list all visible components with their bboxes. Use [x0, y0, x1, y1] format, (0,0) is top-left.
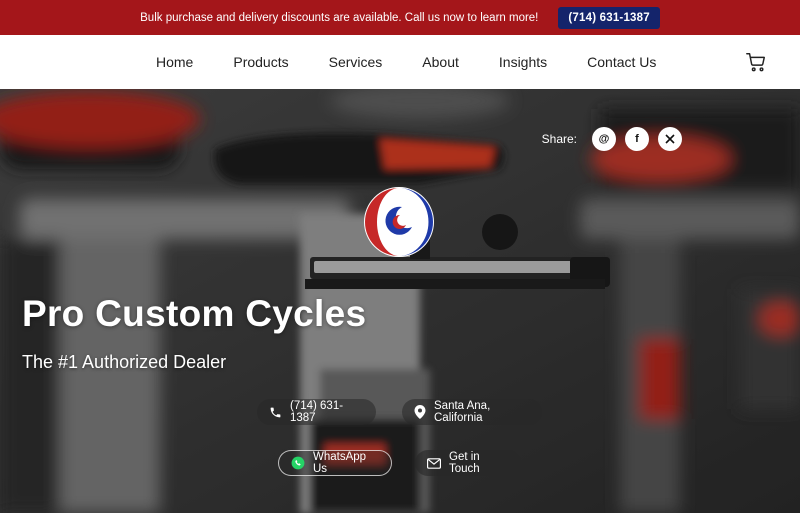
- nav-products[interactable]: Products: [233, 54, 288, 70]
- get-in-touch-label: Get in Touch: [449, 451, 480, 475]
- nav-contact-us[interactable]: Contact Us: [587, 54, 656, 70]
- main-nav: Home Products Services About Insights Co…: [0, 35, 800, 89]
- get-in-touch-button[interactable]: Get in Touch: [415, 450, 521, 476]
- hero-title: Pro Custom Cycles: [22, 293, 367, 334]
- hero-location-label: Santa Ana, California: [434, 400, 491, 424]
- mail-icon: [427, 457, 441, 469]
- nav-about[interactable]: About: [422, 54, 459, 70]
- hero-phone-label: (714) 631-1387: [290, 400, 344, 424]
- promo-bar: Bulk purchase and delivery discounts are…: [0, 0, 800, 35]
- email-icon[interactable]: @: [592, 127, 616, 151]
- location-icon: [414, 405, 426, 419]
- share-label: Share:: [541, 132, 577, 146]
- cart-icon[interactable]: [745, 51, 767, 73]
- nav-services[interactable]: Services: [329, 54, 383, 70]
- hero-phone-link[interactable]: (714) 631-1387: [257, 399, 376, 425]
- facebook-icon[interactable]: f: [625, 127, 649, 151]
- x-icon[interactable]: [658, 127, 682, 151]
- share-bar: Share: @ f: [542, 127, 682, 151]
- hero-location-link[interactable]: Santa Ana, California: [402, 399, 542, 425]
- hero-subtitle: The #1 Authorized Dealer: [22, 352, 227, 372]
- nav-home[interactable]: Home: [156, 54, 193, 70]
- hero-section: Share: @ f Pro Custom Cycles The #1 Auth…: [0, 89, 800, 513]
- whatsapp-label: WhatsApp Us: [313, 451, 367, 475]
- nav-insights[interactable]: Insights: [499, 54, 547, 70]
- promo-phone-button[interactable]: (714) 631-1387: [558, 6, 660, 29]
- whatsapp-button[interactable]: WhatsApp Us: [278, 450, 392, 476]
- whatsapp-icon: [291, 456, 305, 470]
- promo-message: Bulk purchase and delivery discounts are…: [140, 11, 539, 24]
- brand-logo: [364, 187, 434, 257]
- phone-icon: [270, 407, 281, 417]
